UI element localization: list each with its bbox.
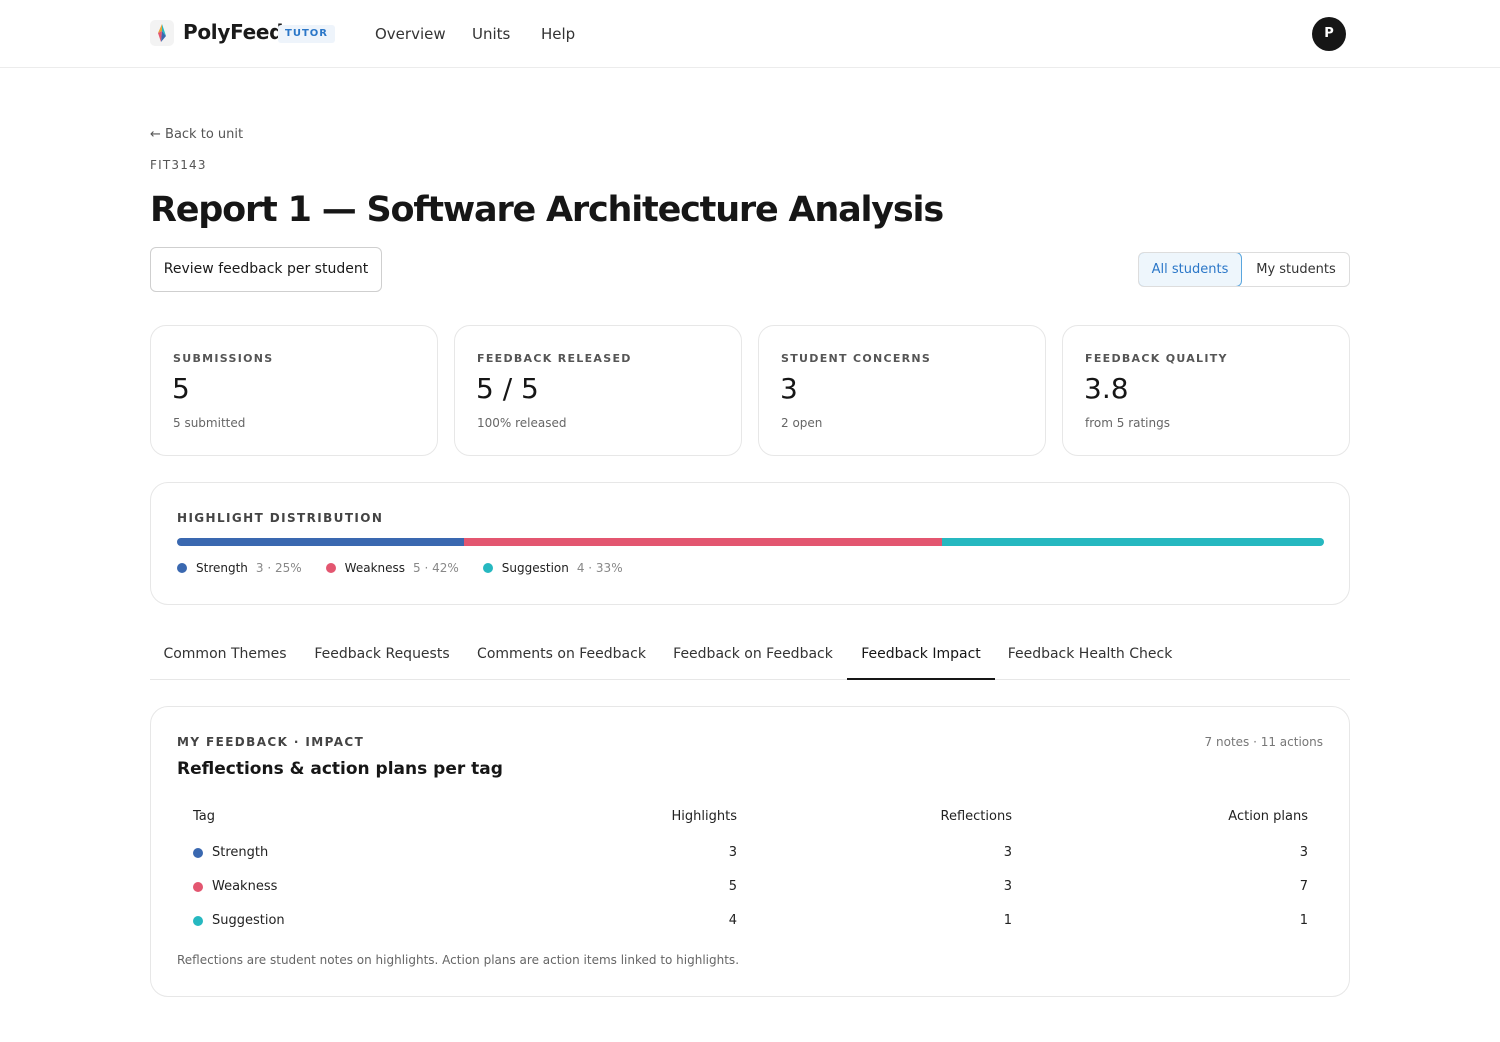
my-students-option[interactable]: My students [1243,253,1349,286]
student-scope-toggle: My students All students [1138,252,1350,287]
tab-feedback-impact[interactable]: Feedback Impact [847,628,995,680]
weakness-dot-icon [325,563,336,573]
stat-label: FEEDBACK RELEASED [477,352,632,365]
impact-footnote: Reflections are student notes on highlig… [177,953,740,967]
stat-subtext: 5 submitted [173,416,246,430]
stat-label: STUDENT CONCERNS [781,352,932,365]
feedback-impact-card: MY FEEDBACK · IMPACT 7 notes · 11 action… [150,706,1350,997]
stat-label: SUBMISSIONS [173,352,274,365]
legend-item-suggestion: Suggestion 4 · 33% [482,561,623,575]
top-nav: PolyFeed TUTOR Overview Units Help P [0,0,1500,68]
back-to-unit-link[interactable]: ← Back to unit [150,127,243,142]
legend-item-weakness: Weakness 5 · 42% [325,561,459,575]
all-students-option[interactable]: All students [1139,253,1242,286]
cell-highlights: 3 [728,845,737,860]
brand-name[interactable]: PolyFeed [183,20,284,44]
legend-meta: 4 · 33% [576,561,623,575]
cell-action-plans: 7 [1299,879,1308,894]
tag-label: Suggestion [212,913,285,928]
unit-code: FIT3143 [150,158,207,172]
nav-link-overview[interactable]: Overview [375,25,446,43]
table-row-tag: Weakness [193,879,277,894]
legend-meta: 3 · 25% [255,561,302,575]
cell-reflections: 3 [1003,845,1012,860]
tab-feedback-requests[interactable]: Feedback Requests [300,628,464,680]
nav-link-units[interactable]: Units [472,25,510,43]
strength-dot-icon [177,563,187,573]
column-header-tag: Tag [193,809,216,824]
legend-meta: 5 · 42% [413,561,459,575]
legend-label: Suggestion [501,561,569,575]
role-badge: TUTOR [278,25,335,43]
cell-highlights: 4 [728,913,737,928]
tab-comments-on-feedback[interactable]: Comments on Feedback [464,628,659,680]
column-header-action-plans: Action plans [1228,809,1308,824]
stat-subtext: 100% released [477,416,567,430]
column-header-highlights: Highlights [671,809,737,824]
highlight-distribution-card: HIGHLIGHT DISTRIBUTION Strength 3 · 25% … [150,482,1350,605]
stat-card-submissions: SUBMISSIONS 5 5 submitted [150,325,438,456]
distribution-segment-suggestion [941,538,1324,546]
tab-feedback-health-check[interactable]: Feedback Health Check [995,628,1185,680]
stat-value: 3 [780,372,798,405]
stat-card-feedback-quality: FEEDBACK QUALITY 3.8 from 5 ratings [1062,325,1350,456]
stat-card-student-concerns: STUDENT CONCERNS 3 2 open [758,325,1046,456]
page-title: Report 1 — Software Architecture Analysi… [150,190,944,230]
nav-link-help[interactable]: Help [541,25,575,43]
legend-label: Strength [196,561,248,575]
review-feedback-button[interactable]: Review feedback per student [150,247,382,292]
stat-value: 5 [172,372,190,405]
distribution-legend: Strength 3 · 25% Weakness 5 · 42% Sugges… [177,561,647,575]
legend-label: Weakness [344,561,406,575]
table-row-tag: Suggestion [193,913,285,928]
cell-action-plans: 3 [1299,845,1308,860]
stat-label: FEEDBACK QUALITY [1085,352,1228,365]
polyfeed-logo-icon[interactable] [150,20,174,46]
distribution-title: HIGHLIGHT DISTRIBUTION [177,511,384,525]
stat-card-feedback-released: FEEDBACK RELEASED 5 / 5 100% released [454,325,742,456]
tag-label: Weakness [212,879,278,894]
weakness-dot-icon [193,881,203,892]
strength-dot-icon [193,847,203,858]
tab-common-themes[interactable]: Common Themes [150,628,300,680]
analysis-tabs: Common Themes Feedback Requests Comments… [150,628,1350,680]
impact-eyebrow: MY FEEDBACK · IMPACT [177,735,365,749]
tag-label: Strength [212,845,269,860]
table-row-tag: Strength [193,845,268,860]
suggestion-dot-icon [482,563,493,573]
legend-item-strength: Strength 3 · 25% [177,561,302,575]
cell-reflections: 3 [1003,879,1012,894]
stat-value: 3.8 [1084,372,1129,405]
distribution-segment-weakness [463,538,942,546]
cell-reflections: 1 [1003,913,1012,928]
stat-subtext: 2 open [781,416,823,430]
cell-highlights: 5 [728,879,737,894]
tab-feedback-on-feedback[interactable]: Feedback on Feedback [659,628,847,680]
stat-value: 5 / 5 [476,372,539,405]
cell-action-plans: 1 [1299,913,1308,928]
impact-count: 7 notes · 11 actions [1204,735,1323,749]
impact-title: Reflections & action plans per tag [177,759,503,779]
stat-subtext: from 5 ratings [1085,416,1170,430]
suggestion-dot-icon [193,915,203,926]
column-header-reflections: Reflections [940,809,1012,824]
user-avatar[interactable]: P [1312,17,1346,51]
distribution-segment-strength [177,538,464,546]
distribution-bar [177,538,1324,546]
